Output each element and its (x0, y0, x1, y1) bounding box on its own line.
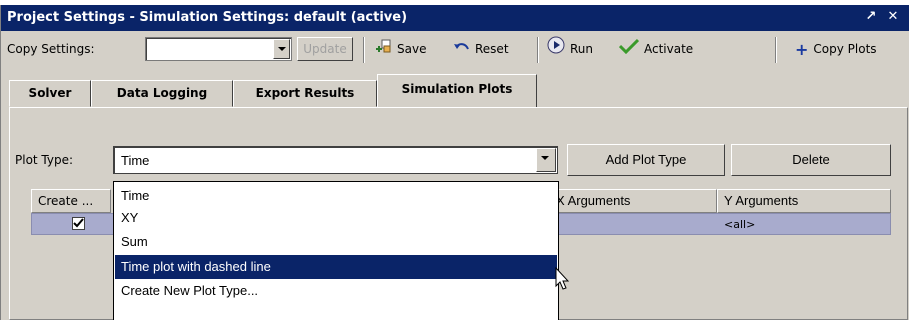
window-title: Project Settings - Simulation Settings: … (7, 10, 408, 25)
copy-plots-button[interactable]: + Copy Plots (795, 36, 877, 62)
tab-data-logging[interactable]: Data Logging (91, 80, 233, 107)
create-checkbox[interactable] (72, 217, 85, 230)
update-button[interactable]: Update (297, 37, 353, 61)
save-label: Save (397, 42, 427, 56)
dropdown-option-time[interactable]: Time (115, 185, 557, 207)
checkmark-icon (73, 218, 84, 228)
checkmark-icon (618, 37, 640, 63)
plot-type-dropdown-list: Time XY Sum Time plot with dashed line C… (113, 181, 559, 320)
header-y-arguments[interactable]: Y Arguments (717, 189, 891, 213)
dropdown-option-sum[interactable]: Sum (115, 231, 557, 253)
copy-plots-label: Copy Plots (813, 42, 877, 56)
dropdown-option-create-new[interactable]: Create New Plot Type... (115, 280, 557, 302)
reset-button[interactable]: Reset (454, 36, 509, 62)
toolbar-divider (363, 37, 365, 63)
chevron-down-icon[interactable] (273, 39, 290, 59)
project-settings-window: Project Settings - Simulation Settings: … (0, 5, 909, 320)
chevron-down-icon[interactable] (536, 148, 556, 172)
y-arguments-cell: <all> (724, 218, 756, 231)
plot-type-combo[interactable]: Time (113, 146, 558, 174)
activate-label: Activate (644, 42, 694, 56)
copy-settings-combo[interactable] (145, 37, 292, 61)
add-plot-type-button[interactable]: Add Plot Type (567, 144, 725, 176)
tab-solver[interactable]: Solver (9, 80, 91, 107)
play-icon (547, 36, 565, 63)
dropdown-option-xy[interactable]: XY (115, 207, 557, 229)
plus-icon: + (795, 39, 809, 59)
close-icon[interactable]: ✕ (885, 9, 901, 25)
plot-type-label: Plot Type: (15, 153, 74, 167)
save-button[interactable]: Save (376, 36, 426, 62)
toolbar-divider (775, 37, 777, 63)
pin-icon[interactable]: ↗ (863, 9, 879, 25)
save-icon (376, 37, 392, 63)
tab-strip: Solver Data Logging Export Results Simul… (1, 71, 909, 108)
tab-simulation-plots[interactable]: Simulation Plots (377, 74, 537, 108)
undo-icon (454, 37, 470, 63)
reset-label: Reset (475, 42, 509, 56)
title-bar[interactable]: Project Settings - Simulation Settings: … (1, 5, 909, 31)
delete-button[interactable]: Delete (731, 144, 891, 176)
tab-export-results[interactable]: Export Results (233, 80, 377, 107)
activate-button[interactable]: Activate (618, 36, 694, 63)
run-label: Run (570, 42, 594, 56)
run-button[interactable]: Run (547, 36, 593, 62)
copy-settings-label: Copy Settings: (7, 42, 95, 56)
dropdown-option-time-dashed[interactable]: Time plot with dashed line (115, 255, 557, 279)
mouse-cursor-icon (555, 267, 570, 290)
plot-type-value: Time (121, 153, 150, 168)
toolbar-divider (537, 37, 539, 63)
toolbar: Copy Settings: Update Save Reset Run Act… (1, 31, 909, 71)
header-x-arguments[interactable]: X Arguments (549, 189, 717, 213)
header-create[interactable]: Create ... (31, 189, 111, 213)
